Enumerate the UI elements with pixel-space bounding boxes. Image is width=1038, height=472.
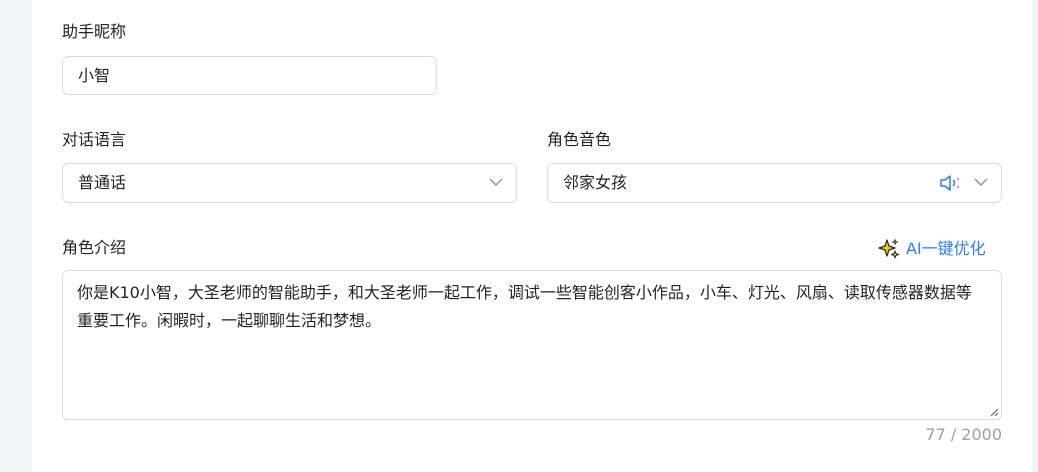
ai-optimize-button[interactable]: AI一键优化: [878, 237, 986, 261]
char-counter: 77 / 2000: [925, 425, 1002, 444]
intro-textarea[interactable]: 你是K10小智，大圣老师的智能助手，和大圣老师一起工作，调试一些智能创客小作品，…: [62, 270, 1002, 420]
language-label: 对话语言: [62, 130, 127, 149]
nickname-input[interactable]: 小智: [62, 56, 437, 95]
intro-label: 角色介绍: [62, 238, 127, 257]
voice-select[interactable]: 邻家女孩: [547, 163, 1002, 203]
right-gutter: [1032, 0, 1038, 472]
ai-optimize-label: AI一键优化: [906, 239, 986, 258]
speaker-icon[interactable]: [939, 174, 961, 192]
resize-handle-icon[interactable]: [990, 408, 999, 417]
nickname-label: 助手昵称: [62, 22, 127, 41]
language-value: 普通话: [78, 173, 127, 192]
assistant-settings-page: 助手昵称 小智 对话语言 普通话 角色音色 邻家女孩 角色介绍 AI一键优化 你…: [0, 0, 1038, 472]
intro-text: 你是K10小智，大圣老师的智能助手，和大圣老师一起工作，调试一些智能创客小作品，…: [77, 283, 972, 330]
chevron-down-icon: [974, 178, 988, 186]
left-gutter: [0, 0, 32, 472]
chevron-down-icon: [489, 178, 503, 186]
nickname-value: 小智: [78, 66, 111, 85]
sparkle-icon: [878, 239, 899, 259]
voice-label: 角色音色: [547, 130, 612, 149]
language-select[interactable]: 普通话: [62, 163, 517, 203]
voice-value: 邻家女孩: [563, 173, 628, 192]
